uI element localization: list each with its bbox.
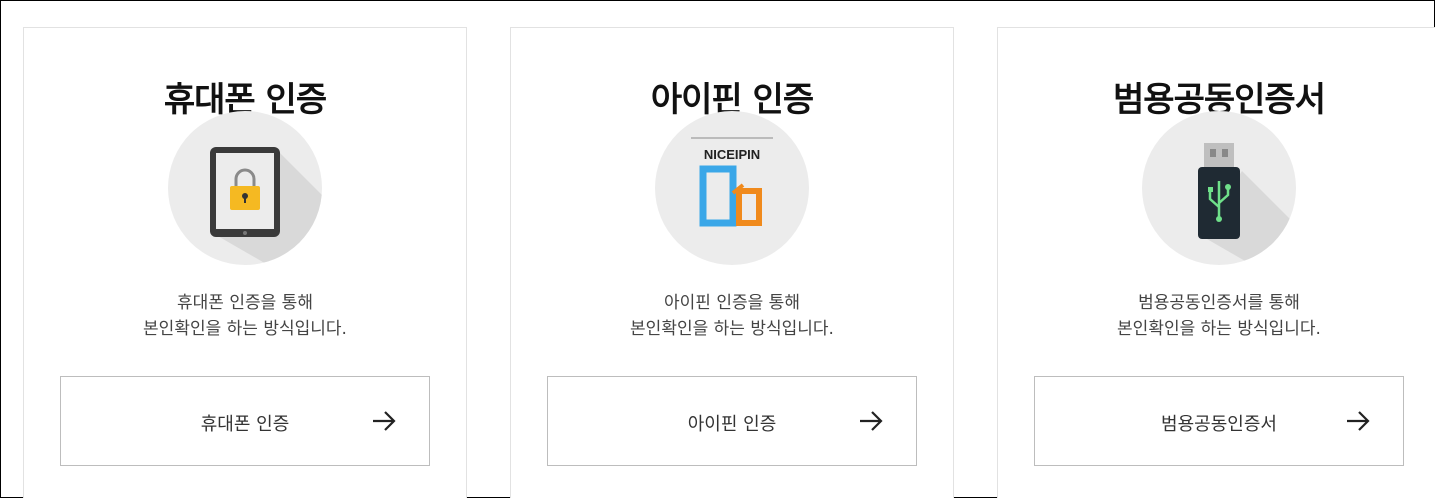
nice-ipin-icon: NICEIPIN (655, 111, 809, 265)
card-certificate-auth: 범용공동인증서 범용공동인증서를 통해 본인확인을 하는 방식입니다. 범용공동… (997, 27, 1435, 498)
desc-line: 휴대폰 인증을 통해 (177, 293, 313, 313)
arrow-right-icon (1347, 411, 1370, 431)
mobile-lock-icon (168, 111, 322, 265)
card-description: 휴대폰 인증을 통해 본인확인을 하는 방식입니다. (24, 290, 466, 342)
desc-line: 본인확인을 하는 방식입니다. (630, 319, 834, 339)
arrow-right-icon (860, 411, 883, 431)
ipin-logo-text: NICEIPIN (704, 147, 760, 162)
ipin-auth-button[interactable]: 아이핀 인증 (547, 376, 917, 466)
card-description: 범용공동인증서를 통해 본인확인을 하는 방식입니다. (998, 290, 1435, 342)
arrow-right-icon (373, 411, 396, 431)
desc-line: 범용공동인증서를 통해 (1138, 293, 1300, 313)
mobile-auth-button[interactable]: 휴대폰 인증 (60, 376, 430, 466)
certificate-auth-button[interactable]: 범용공동인증서 (1034, 376, 1404, 466)
card-ipin-auth: 아이핀 인증 NICEIPIN 아이핀 인증을 통해 본인확인을 하는 방식입니… (510, 27, 954, 498)
desc-line: 본인확인을 하는 방식입니다. (143, 319, 347, 339)
card-description: 아이핀 인증을 통해 본인확인을 하는 방식입니다. (511, 290, 953, 342)
desc-line: 본인확인을 하는 방식입니다. (1117, 319, 1321, 339)
usb-certificate-icon (1142, 111, 1296, 265)
desc-line: 아이핀 인증을 통해 (664, 293, 800, 313)
card-mobile-auth: 휴대폰 인증 휴대폰 인증을 통해 본인확인을 하는 방식입니다. 휴대폰 인증 (23, 27, 467, 498)
